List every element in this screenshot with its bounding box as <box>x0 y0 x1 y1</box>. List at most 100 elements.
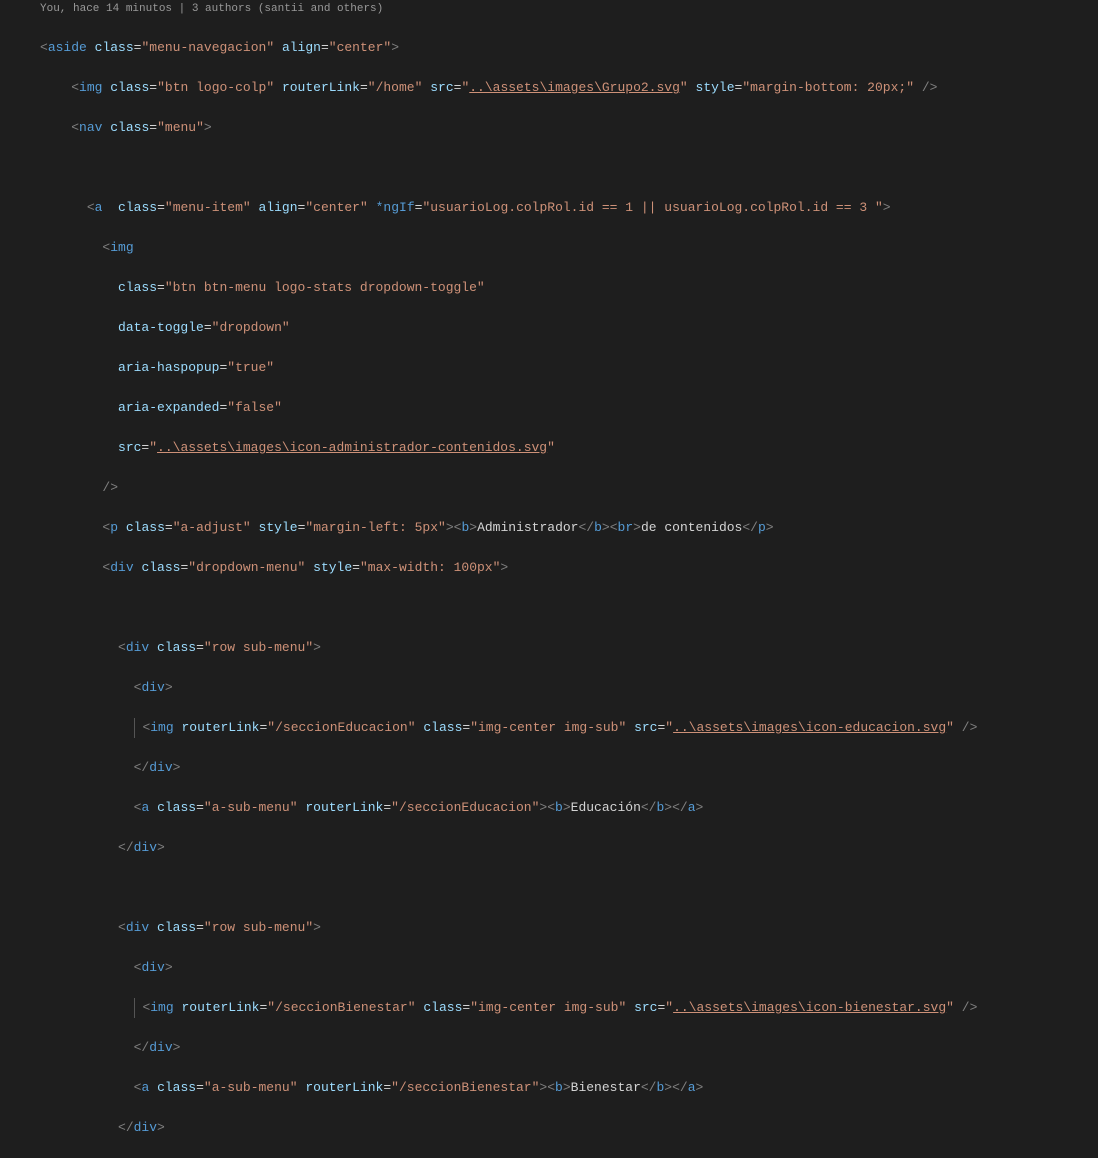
link[interactable]: ..\assets\images\icon-educacion.svg <box>673 720 946 735</box>
attr: class <box>95 40 134 55</box>
tag: div <box>134 840 157 855</box>
tag: b <box>656 1080 664 1095</box>
codelens-annotation[interactable]: You, hace 14 minutos | 3 authors (santii… <box>0 0 1098 18</box>
attr: align <box>259 200 298 215</box>
link[interactable]: ..\assets\images\Grupo2.svg <box>469 80 680 95</box>
link[interactable]: ..\assets\images\icon-administrador-cont… <box>157 440 547 455</box>
value: /home <box>376 80 415 95</box>
code-line[interactable]: <div class="row sub-menu"> <box>40 918 1098 938</box>
code-line[interactable]: <div class="dropdown-menu" style="max-wi… <box>40 558 1098 578</box>
value: margin-bottom: 20px; <box>750 80 906 95</box>
code-line[interactable] <box>40 598 1098 618</box>
tag: nav <box>79 120 102 135</box>
value: center <box>337 40 384 55</box>
bracket: /> <box>962 1000 978 1015</box>
bracket: </ <box>118 1120 134 1135</box>
value: /seccionBienestar <box>399 1080 532 1095</box>
attr: src <box>634 1000 657 1015</box>
value: usuarioLog.colpRol.id == 1 || usuarioLog… <box>430 200 875 215</box>
text: Bienestar <box>571 1080 641 1095</box>
value: false <box>235 400 274 415</box>
ngif-attr: *ngIf <box>376 200 415 215</box>
text: Educación <box>571 800 641 815</box>
code-line[interactable]: </div> <box>40 1118 1098 1138</box>
code-line[interactable]: <a class="menu-item" align="center" *ngI… <box>40 198 1098 218</box>
attr: routerLink <box>305 1080 383 1095</box>
tag: div <box>126 920 149 935</box>
bracket: /> <box>102 480 118 495</box>
code-line[interactable]: class="btn btn-menu logo-stats dropdown-… <box>40 278 1098 298</box>
attr: src <box>430 80 453 95</box>
value: margin-left: 5px <box>313 520 438 535</box>
code-line[interactable]: <a class="a-sub-menu" routerLink="/secci… <box>40 1078 1098 1098</box>
code-line[interactable]: <img <box>40 238 1098 258</box>
tag: a <box>688 800 696 815</box>
value: true <box>235 360 266 375</box>
text: de contenidos <box>641 520 742 535</box>
tag: a <box>141 800 149 815</box>
attr: class <box>118 200 157 215</box>
attr: aria-expanded <box>118 400 219 415</box>
value: center <box>313 200 360 215</box>
value: btn btn-menu logo-stats dropdown-toggle <box>173 280 477 295</box>
code-line[interactable]: <img routerLink="/seccionEducacion" clas… <box>40 718 1098 738</box>
code-line[interactable]: </div> <box>40 758 1098 778</box>
tag: p <box>110 520 118 535</box>
tag: div <box>126 640 149 655</box>
code-line[interactable]: aria-haspopup="true" <box>40 358 1098 378</box>
value: img-center img-sub <box>478 720 618 735</box>
tag: div <box>110 560 133 575</box>
bracket: > <box>165 680 173 695</box>
code-line[interactable]: <div class="row sub-menu"> <box>40 638 1098 658</box>
code-line[interactable] <box>40 878 1098 898</box>
value: a-adjust <box>181 520 243 535</box>
bracket: < <box>87 200 95 215</box>
bracket: < <box>118 920 126 935</box>
tag: div <box>141 680 164 695</box>
attr: data-toggle <box>118 320 204 335</box>
code-line[interactable]: <nav class="menu"> <box>40 118 1098 138</box>
tag: p <box>758 520 766 535</box>
bracket: > <box>173 1040 181 1055</box>
bracket: > <box>157 1120 165 1135</box>
attr: class <box>423 1000 462 1015</box>
tag: b <box>555 800 563 815</box>
attr: class <box>157 640 196 655</box>
tag: br <box>618 520 634 535</box>
bracket: < <box>134 960 142 975</box>
code-line[interactable]: <a class="a-sub-menu" routerLink="/secci… <box>40 798 1098 818</box>
code-line[interactable]: data-toggle="dropdown" <box>40 318 1098 338</box>
code-line[interactable]: /> <box>40 478 1098 498</box>
tag: b <box>555 1080 563 1095</box>
bracket: > <box>165 960 173 975</box>
code-line[interactable]: <img routerLink="/seccionBienestar" clas… <box>40 998 1098 1018</box>
code-line[interactable] <box>40 158 1098 178</box>
code-line[interactable]: aria-expanded="false" <box>40 398 1098 418</box>
attr: style <box>313 560 352 575</box>
attr: routerLink <box>305 800 383 815</box>
tag: div <box>149 1040 172 1055</box>
tag: div <box>149 760 172 775</box>
code-line[interactable]: src="..\assets\images\icon-administrador… <box>40 438 1098 458</box>
link[interactable]: ..\assets\images\icon-bienestar.svg <box>673 1000 946 1015</box>
code-line[interactable]: <img class="btn logo-colp" routerLink="/… <box>40 78 1098 98</box>
tag: a <box>688 1080 696 1095</box>
value: a-sub-menu <box>212 800 290 815</box>
tag: b <box>594 520 602 535</box>
attr: class <box>157 800 196 815</box>
code-line[interactable]: </div> <box>40 838 1098 858</box>
attr: src <box>118 440 141 455</box>
value: menu-navegacion <box>149 40 266 55</box>
value: max-width: 100px <box>368 560 493 575</box>
attr: class <box>141 560 180 575</box>
code-line[interactable]: </div> <box>40 1038 1098 1058</box>
code-line[interactable]: <div> <box>40 678 1098 698</box>
code-line[interactable]: <div> <box>40 958 1098 978</box>
value: menu-item <box>173 200 243 215</box>
code-editor[interactable]: <aside class="menu-navegacion" align="ce… <box>0 18 1098 1158</box>
attr: class <box>118 280 157 295</box>
code-line[interactable]: <aside class="menu-navegacion" align="ce… <box>40 38 1098 58</box>
tag: img <box>150 720 173 735</box>
code-line[interactable]: <p class="a-adjust" style="margin-left: … <box>40 518 1098 538</box>
bracket: > <box>204 120 212 135</box>
